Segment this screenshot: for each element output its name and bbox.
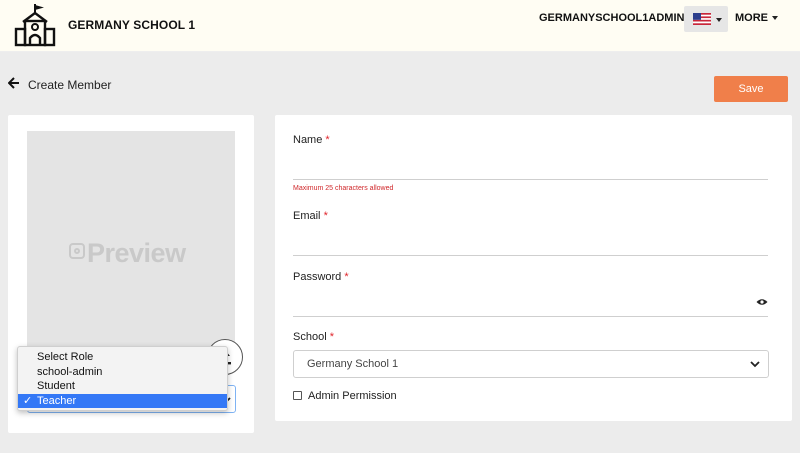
more-caret-down-icon — [772, 16, 778, 20]
photo-preview: Preview — [27, 131, 243, 375]
name-hint: Maximum 25 characters allowed — [293, 185, 394, 192]
eye-icon[interactable] — [756, 298, 768, 306]
role-option-school-admin[interactable]: school-admin — [18, 365, 227, 380]
role-option-select-role[interactable]: Select Role — [18, 350, 227, 365]
more-menu[interactable]: MORE — [735, 12, 768, 24]
us-flag-icon — [693, 13, 711, 25]
email-label: Email * — [293, 210, 328, 222]
preview-label: Preview — [87, 238, 186, 268]
language-selector[interactable] — [684, 6, 728, 32]
school-logo-icon[interactable] — [14, 3, 56, 47]
caret-down-icon — [716, 18, 722, 22]
back-arrow-icon[interactable] — [8, 77, 20, 89]
role-option-student[interactable]: Student — [18, 379, 227, 394]
role-option-teacher[interactable]: ✓ Teacher — [18, 393, 227, 408]
app-header: GERMANY SCHOOL 1 GERMANYSCHOOL1ADMIN MOR… — [0, 0, 800, 52]
camera-icon — [69, 243, 85, 259]
admin-permission-label: Admin Permission — [308, 390, 397, 402]
admin-permission-checkbox[interactable] — [293, 391, 302, 400]
school-select[interactable]: Germany School 1 — [293, 350, 769, 378]
school-select-value: Germany School 1 — [307, 358, 399, 370]
chevron-down-icon — [750, 361, 760, 368]
school-label: School * — [293, 331, 334, 343]
school-name: GERMANY SCHOOL 1 — [68, 18, 196, 32]
password-label: Password * — [293, 271, 349, 283]
name-label: Name * — [293, 134, 330, 146]
save-button[interactable]: Save — [714, 76, 788, 102]
email-input[interactable] — [293, 255, 768, 256]
checkmark-icon: ✓ — [23, 394, 33, 407]
member-form: Name * Maximum 25 characters allowed Ema… — [275, 115, 792, 421]
page-title: Create Member — [28, 78, 112, 92]
role-dropdown-list: Select Role school-admin Student ✓ Teach… — [17, 346, 228, 411]
admin-username[interactable]: GERMANYSCHOOL1ADMIN — [539, 12, 684, 24]
name-input[interactable] — [293, 179, 768, 180]
role-option-teacher-label: Teacher — [37, 394, 77, 407]
password-input[interactable] — [293, 316, 768, 317]
